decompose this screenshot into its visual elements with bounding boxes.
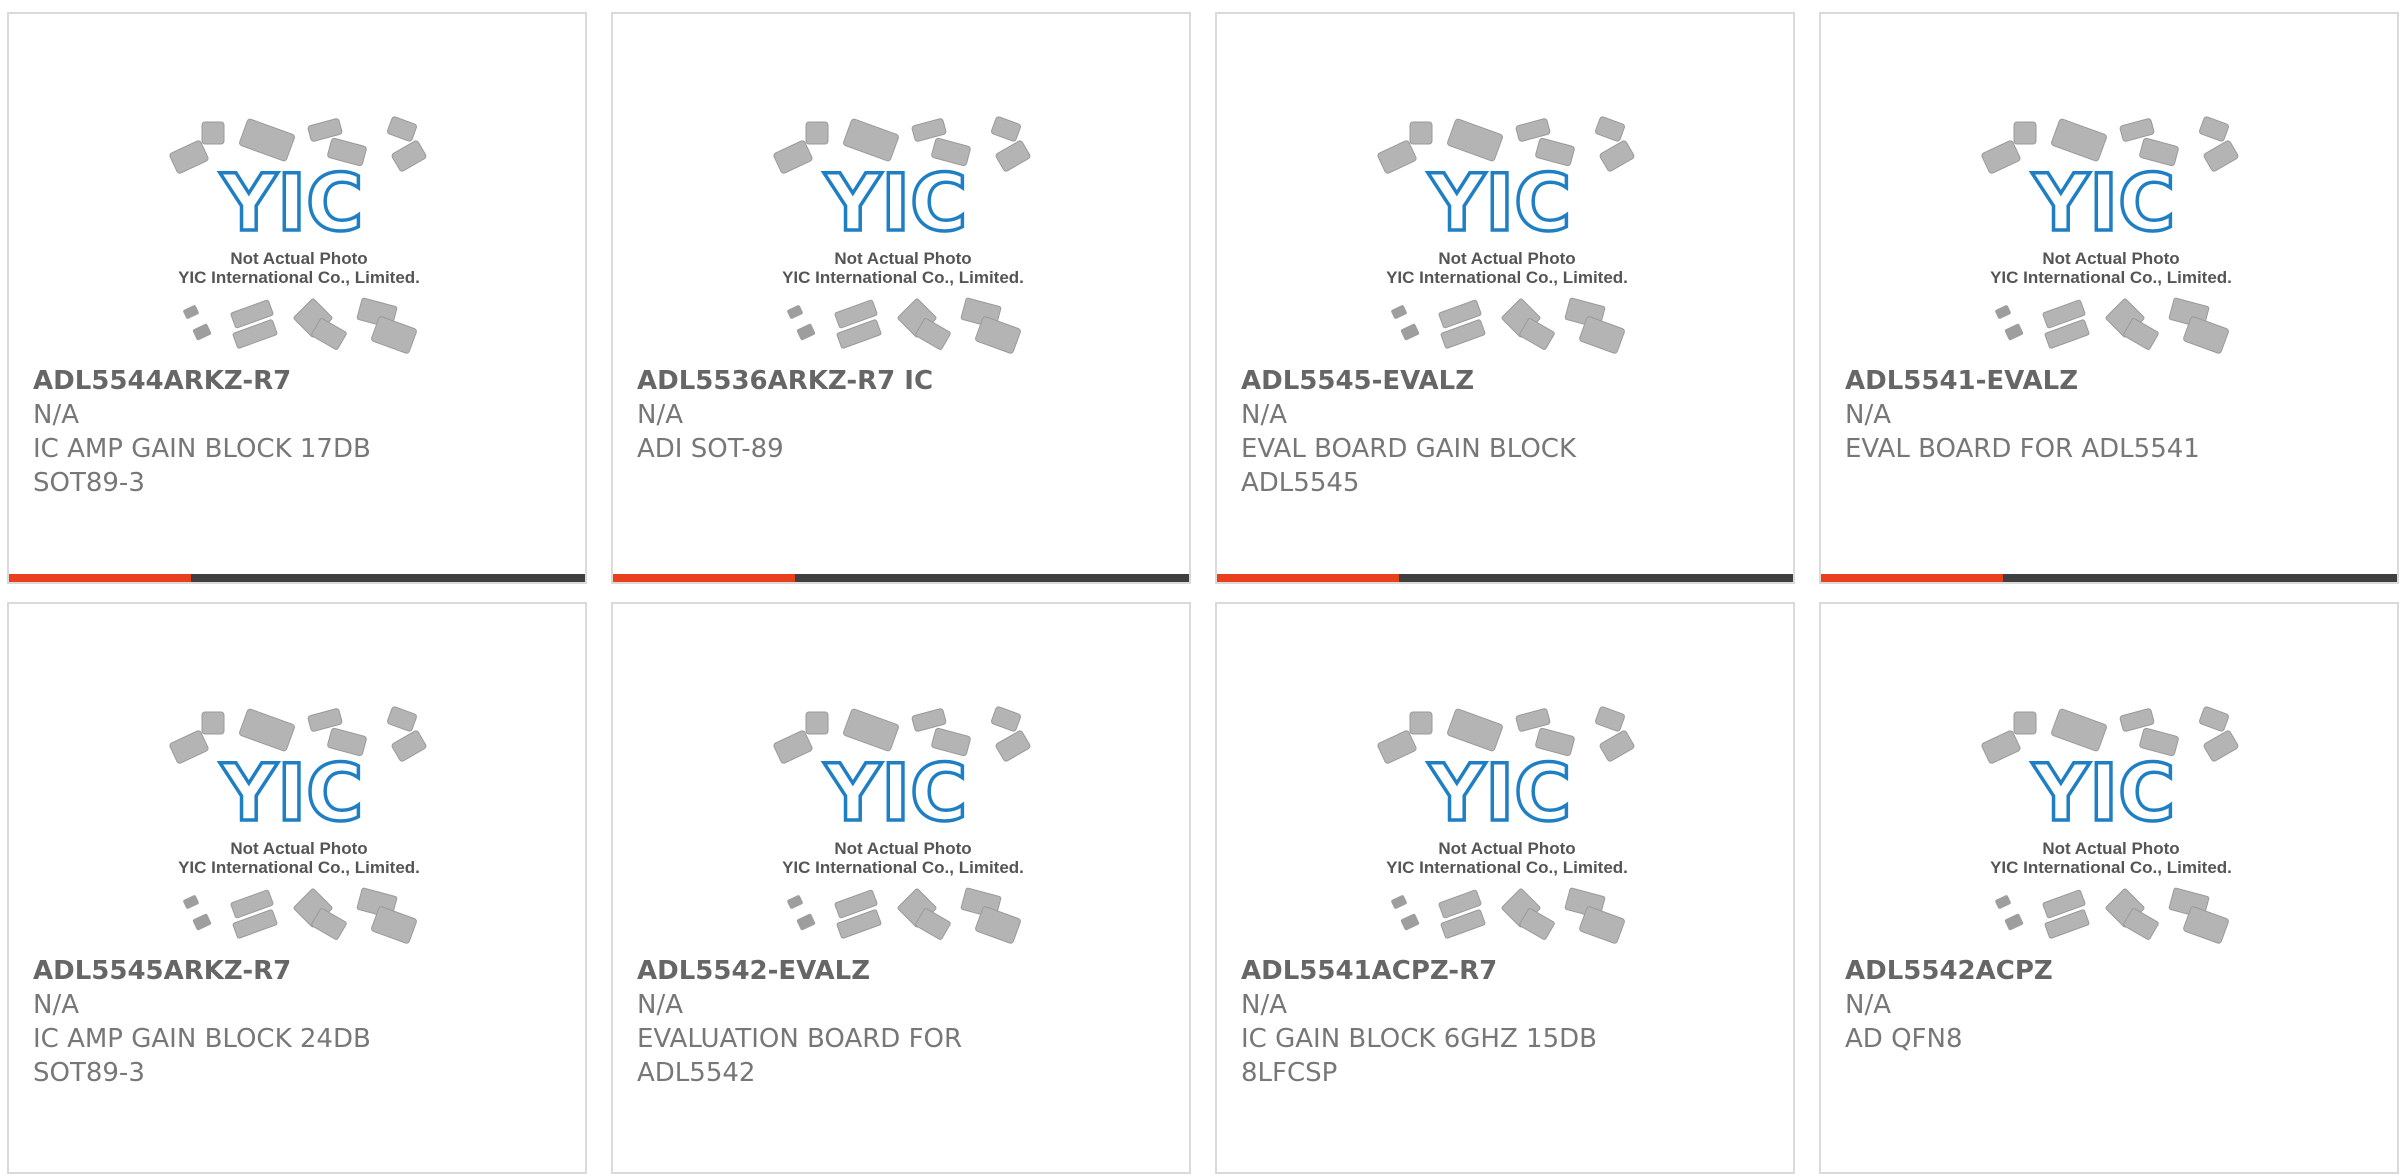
yic-logo-icon: YIC [2030,157,2177,251]
placeholder-caption-1: Not Actual Photo [230,249,367,268]
placeholder-caption-2: YIC International Co., Limited. [1990,858,2232,877]
chip-icons-bottom [183,297,417,354]
placeholder-caption-2: YIC International Co., Limited. [782,858,1024,877]
yic-logo-icon: YIC [218,747,365,841]
product-description: IC AMP GAIN BLOCK 17DB SOT89-3 [33,434,371,498]
yic-logo-icon: YIC [1426,157,1573,251]
placeholder-caption-2: YIC International Co., Limited. [178,858,420,877]
product-name-link[interactable]: ADL5545ARKZ-R7 [33,954,553,988]
product-description: AD QFN8 [1845,1024,1963,1054]
product-manufacturer: N/A [1241,990,1287,1020]
product-description: IC GAIN BLOCK 6GHZ 15DB 8LFCSP [1241,1024,1597,1088]
logo-text: YIC [1428,749,1572,839]
product-card[interactable]: YIC Not Actual Photo YIC International C… [1819,12,2399,584]
product-name-link[interactable]: ADL5542ACPZ [1845,954,2365,988]
product-card[interactable]: YIC Not Actual Photo YIC International C… [1215,602,1795,1174]
placeholder-photo: YIC Not Actual Photo YIC International C… [1377,706,1635,944]
product-description: EVAL BOARD GAIN BLOCK ADL5545 [1241,434,1576,498]
product-manufacturer: N/A [33,400,79,430]
placeholder-photo: YIC Not Actual Photo YIC International C… [169,706,427,944]
product-card[interactable]: YIC Not Actual Photo YIC International C… [611,602,1191,1174]
placeholder-caption-1: Not Actual Photo [230,839,367,858]
placeholder-caption-2: YIC International Co., Limited. [1990,268,2232,287]
yic-logo-icon: YIC [1426,747,1573,841]
placeholder-photo: YIC Not Actual Photo YIC International C… [169,116,427,354]
yic-logo-icon: YIC [822,747,969,841]
chip-icons-bottom [183,887,417,944]
product-manufacturer: N/A [33,990,79,1020]
placeholder-photo: YIC Not Actual Photo YIC International C… [773,706,1031,944]
chip-icons-bottom [787,297,1021,354]
card-underline-accent [613,574,795,582]
card-underline-accent [1821,574,2003,582]
card-underline-accent [9,574,191,582]
placeholder-photo: YIC Not Actual Photo YIC International C… [773,116,1031,354]
product-name-link[interactable]: ADL5536ARKZ-R7 IC [637,364,1157,398]
yic-logo-icon: YIC [2030,747,2177,841]
placeholder-caption-1: Not Actual Photo [1438,839,1575,858]
card-underline-accent [1217,574,1399,582]
product-name-link[interactable]: ADL5541ACPZ-R7 [1241,954,1761,988]
card-underline [1217,574,1793,582]
logo-text: YIC [824,749,968,839]
yic-logo-icon: YIC [218,157,365,251]
logo-text: YIC [824,159,968,249]
placeholder-caption-2: YIC International Co., Limited. [1386,858,1628,877]
product-name-link[interactable]: ADL5542-EVALZ [637,954,1157,988]
logo-text: YIC [220,749,364,839]
product-card[interactable]: YIC Not Actual Photo YIC International C… [1215,12,1795,584]
product-card[interactable]: YIC Not Actual Photo YIC International C… [7,602,587,1174]
product-description: ADI SOT-89 [637,434,784,464]
product-manufacturer: N/A [1845,400,1891,430]
product-manufacturer: N/A [637,400,683,430]
chip-icons-bottom [1995,887,2229,944]
product-manufacturer: N/A [1241,400,1287,430]
placeholder-caption-1: Not Actual Photo [2042,249,2179,268]
product-card[interactable]: YIC Not Actual Photo YIC International C… [7,12,587,584]
product-description: EVAL BOARD FOR ADL5541 [1845,434,2200,464]
placeholder-photo: YIC Not Actual Photo YIC International C… [1981,116,2239,354]
product-description: IC AMP GAIN BLOCK 24DB SOT89-3 [33,1024,371,1088]
placeholder-caption-2: YIC International Co., Limited. [782,268,1024,287]
logo-text: YIC [1428,159,1572,249]
logo-text: YIC [220,159,364,249]
placeholder-photo: YIC Not Actual Photo YIC International C… [1377,116,1635,354]
chip-icons-bottom [1391,297,1625,354]
chip-icons-bottom [1995,297,2229,354]
product-name-link[interactable]: ADL5545-EVALZ [1241,364,1761,398]
product-card[interactable]: YIC Not Actual Photo YIC International C… [1819,602,2399,1174]
logo-text: YIC [2032,749,2176,839]
card-underline [1821,574,2397,582]
placeholder-caption-1: Not Actual Photo [2042,839,2179,858]
product-card[interactable]: YIC Not Actual Photo YIC International C… [611,12,1191,584]
card-underline [613,574,1189,582]
product-grid: YIC Not Actual Photo YIC International C… [0,0,2400,1174]
yic-logo-icon: YIC [822,157,969,251]
card-underline [9,574,585,582]
product-manufacturer: N/A [1845,990,1891,1020]
placeholder-caption-1: Not Actual Photo [1438,249,1575,268]
placeholder-caption-2: YIC International Co., Limited. [178,268,420,287]
placeholder-caption-1: Not Actual Photo [834,839,971,858]
logo-text: YIC [2032,159,2176,249]
placeholder-caption-1: Not Actual Photo [834,249,971,268]
product-manufacturer: N/A [637,990,683,1020]
product-description: EVALUATION BOARD FOR ADL5542 [637,1024,963,1088]
product-name-link[interactable]: ADL5544ARKZ-R7 [33,364,553,398]
placeholder-caption-2: YIC International Co., Limited. [1386,268,1628,287]
chip-icons-bottom [787,887,1021,944]
product-name-link[interactable]: ADL5541-EVALZ [1845,364,2365,398]
placeholder-photo: YIC Not Actual Photo YIC International C… [1981,706,2239,944]
chip-icons-bottom [1391,887,1625,944]
